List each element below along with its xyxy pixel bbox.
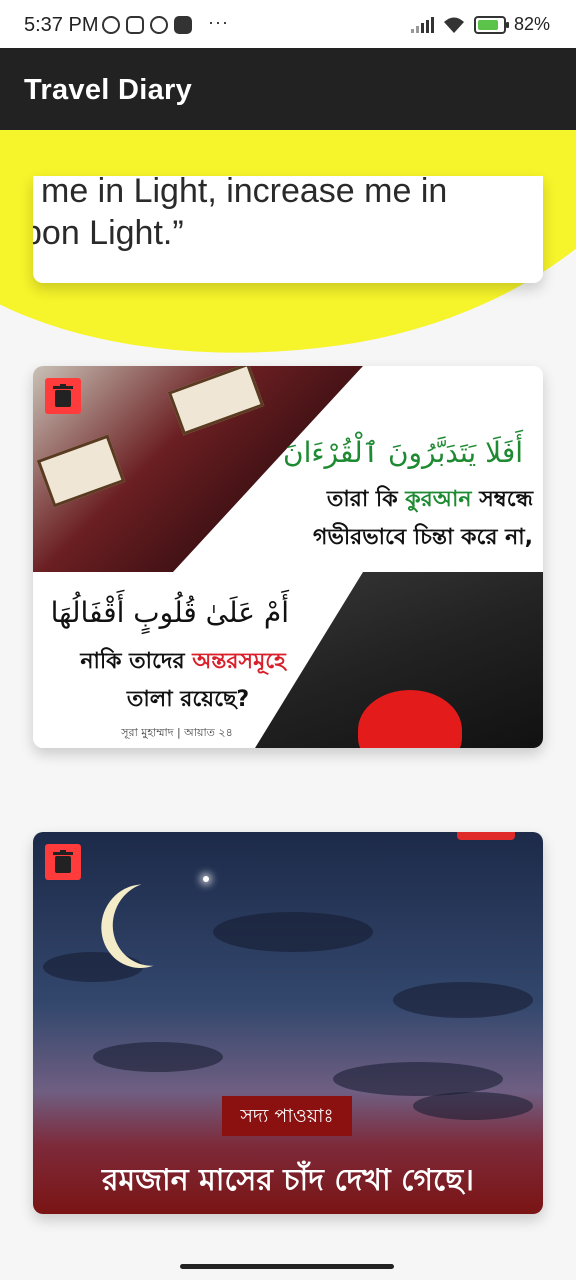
diary-card[interactable]: أَفَلَا يَتَدَبَّرُونَ ٱلْقُرْءَانَ তারা… bbox=[33, 366, 543, 748]
status-time: 5:37 PM bbox=[24, 14, 99, 36]
card-image-night-sky: সদ্য পাওয়াঃ রমজান মাসের চাঁদ দেখা গেছে। bbox=[33, 832, 543, 1214]
battery-percent: 82% bbox=[513, 14, 550, 34]
channel-badge bbox=[457, 832, 515, 840]
trash-icon bbox=[53, 384, 73, 407]
delete-button[interactable] bbox=[45, 844, 81, 880]
bangla-line: নাকি তাদের অন্তরসমূহে bbox=[80, 649, 286, 674]
bangla-line: তারা কি কুরআন সম্বন্ধে bbox=[326, 487, 533, 512]
status-bar: 5:37 PM ··· 82% bbox=[0, 0, 576, 50]
star-icon bbox=[203, 876, 209, 882]
delete-button[interactable] bbox=[45, 378, 81, 414]
bangla-line: তালা রয়েছে? bbox=[126, 687, 250, 712]
news-headline: রমজান মাসের চাঁদ দেখা গেছে। bbox=[102, 1163, 474, 1198]
arabic-verse-bottom: أَمْ عَلَىٰ قُلُوبٍ أَقْفَالُهَا bbox=[50, 596, 289, 629]
wifi-icon bbox=[443, 17, 464, 33]
card-image-top: أَفَلَا يَتَدَبَّرُونَ ٱلْقُرْءَانَ তারা… bbox=[33, 366, 543, 572]
diary-card[interactable]: me in Light, increase me in pon Light.” bbox=[33, 176, 543, 283]
settings-icon bbox=[150, 16, 168, 34]
signal-icon bbox=[410, 16, 434, 33]
diary-card[interactable]: সদ্য পাওয়াঃ রমজান মাসের চাঁদ দেখা গেছে। bbox=[33, 832, 543, 1214]
home-indicator[interactable] bbox=[180, 1264, 394, 1269]
bangla-line: গভীরভাবে চিন্তা করে না, bbox=[313, 525, 533, 550]
app-icon bbox=[126, 16, 144, 34]
news-label: সদ্য পাওয়াঃ bbox=[222, 1096, 352, 1136]
card-image-bottom: أَمْ عَلَىٰ قُلُوبٍ أَقْفَالُهَا নাকি তা… bbox=[33, 572, 543, 748]
app-bar: Travel Diary bbox=[0, 48, 576, 130]
youtube-icon bbox=[174, 16, 192, 34]
arabic-verse-top: أَفَلَا يَتَدَبَّرُونَ ٱلْقُرْءَانَ bbox=[283, 436, 523, 469]
alarm-icon bbox=[102, 16, 120, 34]
more-notifications-icon: ··· bbox=[208, 11, 229, 32]
battery-icon bbox=[473, 15, 509, 34]
notification-icons: ··· bbox=[102, 12, 229, 34]
app-title: Travel Diary bbox=[24, 74, 193, 106]
verse-citation: সূরা মুহাম্মাদ | আয়াত ২৪ bbox=[121, 726, 233, 739]
trash-icon bbox=[53, 850, 73, 873]
system-icons: 82% bbox=[410, 14, 550, 35]
diary-list[interactable]: me in Light, increase me in pon Light.” … bbox=[0, 130, 576, 1265]
